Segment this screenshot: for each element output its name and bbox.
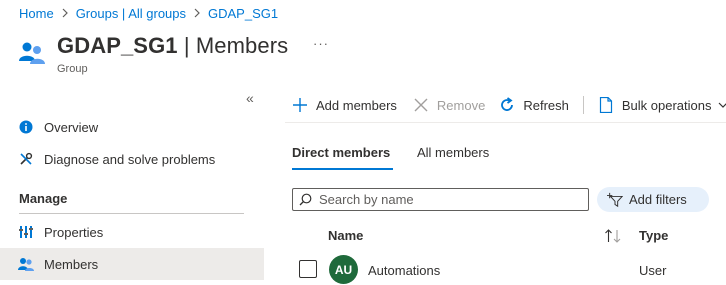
sort-arrows-icon[interactable] <box>604 228 622 244</box>
add-members-button[interactable]: Add members <box>292 97 397 113</box>
sidebar-item-overview[interactable]: Overview <box>0 111 264 143</box>
document-icon <box>598 97 614 113</box>
sidebar-item-label: Diagnose and solve problems <box>44 151 216 167</box>
filter-icon <box>607 192 623 208</box>
remove-label: Remove <box>436 97 486 113</box>
chevron-down-icon <box>718 101 726 109</box>
sidebar-item-label: Overview <box>44 119 99 135</box>
add-filters-label: Add filters <box>629 192 687 207</box>
active-tab-indicator <box>292 168 393 170</box>
tab-all-members[interactable]: All members <box>417 145 489 160</box>
breadcrumb-current[interactable]: GDAP_SG1 <box>208 6 278 21</box>
sidebar-item-label: Members <box>44 256 99 272</box>
refresh-icon <box>499 97 515 113</box>
page-title-name: GDAP_SG1 <box>57 33 178 58</box>
column-header-type[interactable]: Type <box>639 228 668 243</box>
group-icon <box>18 41 46 65</box>
wrench-icon <box>18 151 34 167</box>
breadcrumb-home[interactable]: Home <box>19 6 54 21</box>
add-members-label: Add members <box>316 97 397 113</box>
chevron-right-icon <box>57 5 73 21</box>
tab-direct-members[interactable]: Direct members <box>292 145 390 160</box>
page-title-section: | Members <box>177 33 289 58</box>
info-icon <box>18 119 34 135</box>
more-options-button[interactable]: ··· <box>313 37 331 54</box>
chevron-right-icon <box>189 5 205 21</box>
member-type: User <box>639 263 667 278</box>
sidebar-item-properties[interactable]: Properties <box>0 216 264 248</box>
search-input[interactable] <box>319 192 584 207</box>
command-bar-divider <box>285 122 726 123</box>
collapse-sidebar-button[interactable]: « <box>246 90 254 106</box>
sidebar-divider <box>19 213 244 214</box>
column-header-name[interactable]: Name <box>328 228 363 243</box>
refresh-label: Refresh <box>523 97 569 113</box>
members-icon <box>18 256 34 272</box>
plus-icon <box>292 97 308 113</box>
breadcrumb-groups[interactable]: Groups | All groups <box>76 6 186 21</box>
toolbar-divider <box>582 96 584 114</box>
row-checkbox[interactable] <box>299 260 317 278</box>
remove-button[interactable]: Remove <box>413 97 485 113</box>
add-filters-button[interactable]: Add filters <box>597 187 709 212</box>
bulk-operations-label: Bulk operations <box>621 97 712 113</box>
sidebar-item-diagnose[interactable]: Diagnose and solve problems <box>0 143 264 175</box>
close-icon <box>413 97 429 113</box>
sidebar-item-members[interactable]: Members <box>0 248 264 280</box>
search-icon <box>299 193 312 206</box>
sidebar-item-label: Properties <box>44 224 104 240</box>
bulk-operations-button[interactable]: Bulk operations <box>598 97 726 113</box>
properties-icon <box>18 224 34 240</box>
avatar: AU <box>329 255 358 284</box>
sidebar-section-manage: Manage <box>19 191 68 206</box>
command-bar: Add members Remove Refresh Bulk operatio… <box>292 94 726 116</box>
breadcrumb: Home Groups | All groups GDAP_SG1 <box>19 5 278 21</box>
refresh-button[interactable]: Refresh <box>499 97 569 113</box>
member-name[interactable]: Automations <box>368 263 440 278</box>
page-subtitle: Group <box>57 63 88 75</box>
search-box <box>292 188 589 211</box>
page-title: GDAP_SG1 | Members <box>57 33 288 59</box>
